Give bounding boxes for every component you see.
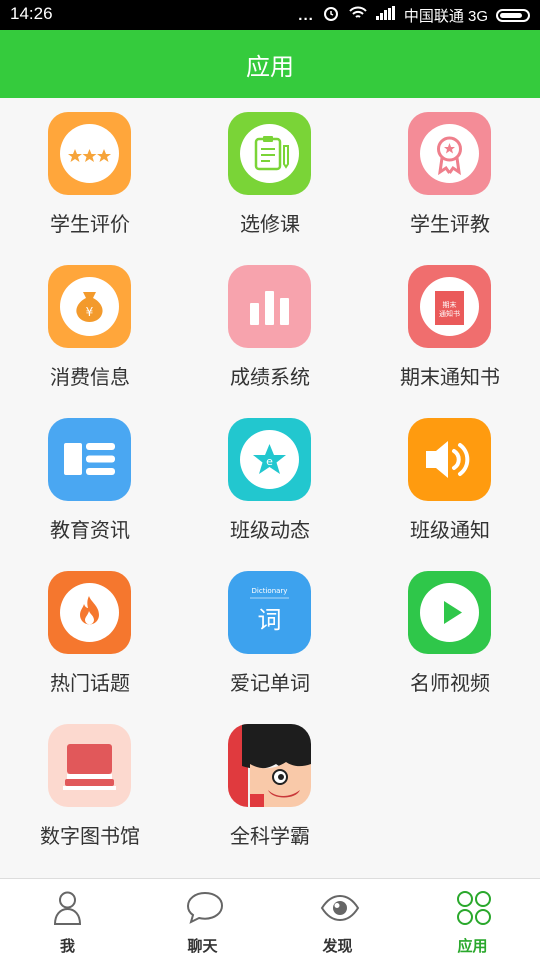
award-icon [408, 112, 491, 195]
bottom-tab-bar: 我 聊天 发现 应用 [0, 878, 540, 961]
app-teacher-videos[interactable]: 名师视频 [360, 557, 540, 707]
wifi-icon [348, 5, 368, 25]
app-education-news[interactable]: 教育资讯 [0, 404, 180, 554]
star-icon: e [228, 418, 311, 501]
app-consumption-info[interactable]: ¥ 消费信息 [0, 251, 180, 401]
news-icon [48, 418, 131, 501]
app-label: 班级通知 [410, 518, 490, 542]
battery-icon [496, 8, 530, 22]
play-icon [408, 571, 491, 654]
app-grade-system[interactable]: 成绩系统 [180, 251, 360, 401]
tab-apps[interactable]: 应用 [405, 879, 540, 961]
tab-label: 发现 [322, 937, 353, 955]
app-final-report[interactable]: 期末 通知书 期末通知书 [360, 251, 540, 401]
dictionary-icon: Dictionary 词 [228, 571, 311, 654]
status-time: 14:26 [10, 4, 53, 23]
app-label: 数字图书馆 [40, 824, 140, 848]
books-icon [48, 724, 131, 807]
app-vocabulary[interactable]: Dictionary 词 爱记单词 [180, 557, 360, 707]
dictionary-char: 词 [258, 606, 282, 634]
app-hot-topics[interactable]: 热门话题 [0, 557, 180, 707]
cartoon-face-icon [228, 724, 311, 807]
status-bar: 14:26 ... 中国联通 3G [0, 0, 540, 30]
app-header: 应用 [0, 30, 540, 98]
notice-icon: 期末 通知书 [408, 265, 491, 348]
alarm-icon [322, 4, 340, 26]
app-label: 期末通知书 [400, 365, 500, 389]
tab-label: 应用 [457, 937, 488, 955]
app-class-updates[interactable]: e 班级动态 [180, 404, 360, 554]
app-label: 消费信息 [50, 365, 130, 389]
dictionary-title: Dictionary [252, 587, 288, 595]
apps-grid-icon [457, 891, 491, 925]
tab-label: 我 [59, 937, 75, 955]
app-label: 成绩系统 [230, 365, 310, 389]
app-digital-library[interactable]: 数字图书馆 [0, 710, 180, 860]
fire-icon [48, 571, 131, 654]
app-label: 热门话题 [50, 671, 130, 695]
tab-chat[interactable]: 聊天 [135, 879, 270, 961]
svg-text:e: e [266, 455, 273, 468]
app-label: 班级动态 [230, 518, 310, 542]
app-label: 爱记单词 [230, 671, 310, 695]
tab-discover[interactable]: 发现 [270, 879, 405, 961]
app-label: 名师视频 [410, 671, 490, 695]
svg-text:期末: 期末 [443, 300, 457, 309]
bar-chart-icon [228, 265, 311, 348]
app-label: 教育资讯 [50, 518, 130, 542]
app-label: 学生评教 [410, 212, 490, 236]
app-elective-course[interactable]: 选修课 [180, 98, 360, 248]
money-bag-icon: ¥ [48, 265, 131, 348]
signal-icon [375, 6, 396, 24]
page-title: 应用 [246, 52, 294, 81]
svg-text:¥: ¥ [86, 305, 94, 319]
more-dots: ... [298, 6, 314, 24]
stars-icon [48, 112, 131, 195]
app-label: 学生评价 [50, 212, 130, 236]
app-label: 全科学霸 [230, 824, 310, 848]
app-student-evaluation[interactable]: 学生评价 [0, 98, 180, 248]
eye-icon [320, 894, 360, 922]
chat-bubble-icon [186, 891, 224, 924]
carrier-label: 中国联通 3G [403, 7, 488, 25]
status-icons: ... 中国联通 3G [298, 4, 530, 26]
clipboard-icon [228, 112, 311, 195]
app-class-notice[interactable]: 班级通知 [360, 404, 540, 554]
tab-me[interactable]: 我 [0, 879, 135, 961]
speaker-icon [408, 418, 491, 501]
tab-label: 聊天 [187, 937, 218, 955]
app-grid: 学生评价 选修课 学生评教 ¥ 消费信息 成绩系统 期末 通知书 期末通知书 教… [0, 98, 540, 878]
svg-text:通知书: 通知书 [439, 309, 460, 318]
person-icon [53, 891, 82, 925]
app-label: 选修课 [240, 212, 300, 236]
app-top-student[interactable]: 全科学霸 [180, 710, 360, 860]
app-teaching-evaluation[interactable]: 学生评教 [360, 98, 540, 248]
